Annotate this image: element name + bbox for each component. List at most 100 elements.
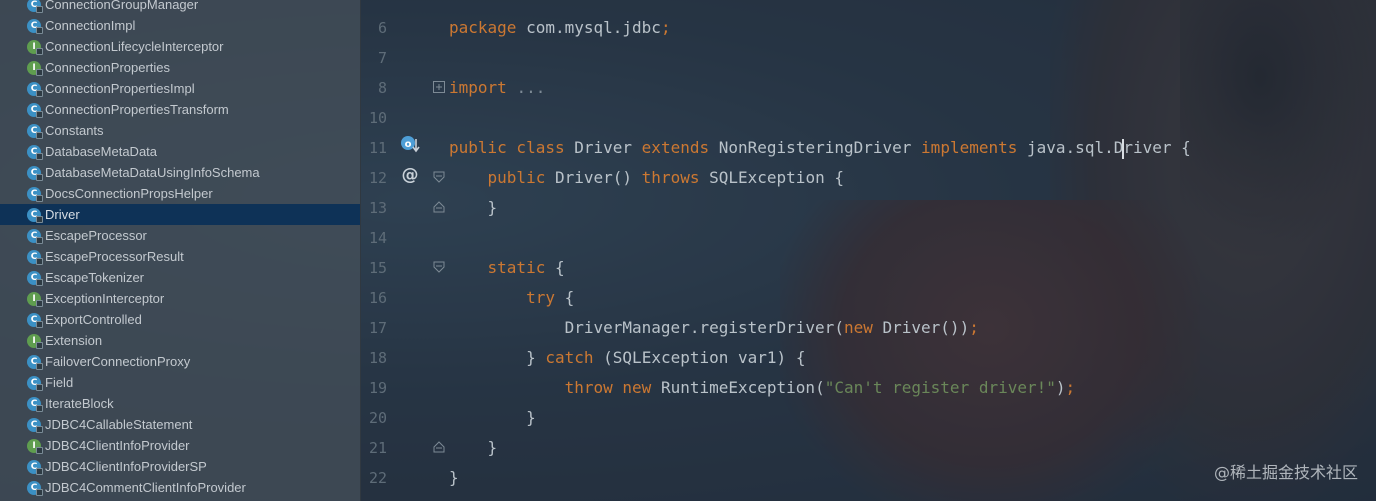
class-icon: C: [27, 480, 43, 496]
line-number: 19: [368, 379, 387, 397]
tree-item[interactable]: C IterateBlock: [0, 393, 360, 414]
tree-item-label: ConnectionPropertiesImpl: [45, 81, 195, 96]
class-icon: C: [27, 375, 43, 391]
tree-item-label: DocsConnectionPropsHelper: [45, 186, 213, 201]
line-number: 18: [368, 349, 387, 367]
class-icon: C: [27, 249, 43, 265]
tree-item-label: ConnectionImpl: [45, 18, 136, 33]
tree-item[interactable]: C DatabaseMetaData: [0, 141, 360, 162]
interface-icon: I: [27, 438, 43, 454]
class-icon: C: [27, 18, 43, 34]
tree-item-label: ExportControlled: [45, 312, 142, 327]
class-icon: C: [27, 123, 43, 139]
class-icon: C: [27, 270, 43, 286]
tree-item[interactable]: C ConnectionPropertiesTransform: [0, 99, 360, 120]
fold-collapse-icon[interactable]: [433, 261, 445, 273]
code-line[interactable]: static {: [449, 253, 565, 283]
tree-item[interactable]: C ConnectionPropertiesImpl: [0, 78, 360, 99]
line-number: 10: [368, 109, 387, 127]
tree-item[interactable]: C EscapeProcessor: [0, 225, 360, 246]
class-icon: C: [27, 417, 43, 433]
code-line[interactable]: }: [449, 463, 459, 493]
code-line[interactable]: public Driver() throws SQLException {: [449, 163, 844, 193]
tree-item[interactable]: C FailoverConnectionProxy: [0, 351, 360, 372]
tree-item[interactable]: C EscapeProcessorResult: [0, 246, 360, 267]
code-line[interactable]: }: [449, 433, 498, 463]
tree-item-label: Driver: [45, 207, 80, 222]
class-icon: C: [27, 207, 43, 223]
tree-item[interactable]: C DatabaseMetaDataUsingInfoSchema: [0, 162, 360, 183]
tree-item-label: ConnectionProperties: [45, 60, 171, 75]
project-tree-panel: C ConnectionGroupManager C ConnectionImpl I C…: [0, 0, 361, 501]
code-line[interactable]: import ...: [449, 73, 545, 103]
tree-item[interactable]: C Field: [0, 372, 360, 393]
class-icon: C: [27, 0, 43, 13]
interface-icon: I: [27, 60, 43, 76]
code-line[interactable]: }: [449, 193, 498, 223]
tree-item[interactable]: C JDBC4CallableStatement: [0, 414, 360, 435]
tree-item[interactable]: I JDBC4ClientInfoProvider: [0, 435, 360, 456]
line-number: 12: [368, 169, 387, 187]
tree-item-label: Field: [45, 375, 74, 390]
tree-item[interactable]: I ConnectionLifecycleInterceptor: [0, 36, 360, 57]
fold-expand-icon[interactable]: [433, 81, 445, 93]
class-icon: C: [27, 459, 43, 475]
tree-item[interactable]: I Extension: [0, 330, 360, 351]
line-number: 16: [368, 289, 387, 307]
tree-item[interactable]: C DocsConnectionPropsHelper: [0, 183, 360, 204]
project-tree-list: C ConnectionGroupManager C ConnectionImpl I C…: [0, 0, 360, 498]
fold-end-icon[interactable]: [433, 441, 445, 453]
svg-text:o: o: [405, 139, 412, 150]
tree-item-label: JDBC4ClientInfoProviderSP: [45, 459, 207, 474]
code-line[interactable]: try {: [449, 283, 574, 313]
class-icon: C: [27, 144, 43, 160]
tree-item[interactable]: C Driver: [0, 204, 360, 225]
tree-item-label: IterateBlock: [45, 396, 114, 411]
line-number: 22: [368, 469, 387, 487]
tree-item-label: ExceptionInterceptor: [45, 291, 165, 306]
tree-item[interactable]: I ConnectionProperties: [0, 57, 360, 78]
line-number: 14: [368, 229, 387, 247]
implements-override-icon[interactable]: o: [399, 133, 421, 155]
code-line[interactable]: package com.mysql.jdbc;: [449, 13, 671, 43]
tree-item-label: ConnectionPropertiesTransform: [45, 102, 229, 117]
tree-item-label: Extension: [45, 333, 103, 348]
line-number: 17: [368, 319, 387, 337]
tree-item[interactable]: C Constants: [0, 120, 360, 141]
tree-item-label: Constants: [45, 123, 104, 138]
line-number: 8: [377, 79, 387, 97]
fold-end-icon[interactable]: [433, 201, 445, 213]
class-icon: C: [27, 312, 43, 328]
code-line[interactable]: DriverManager.registerDriver(new Driver(…: [449, 313, 979, 343]
tree-item-label: DatabaseMetaData: [45, 144, 158, 159]
class-icon: C: [27, 228, 43, 244]
tree-item[interactable]: C ConnectionImpl: [0, 15, 360, 36]
line-number: 15: [368, 259, 387, 277]
tree-item-label: EscapeProcessorResult: [45, 249, 184, 264]
class-icon: C: [27, 354, 43, 370]
tree-item[interactable]: C EscapeTokenizer: [0, 267, 360, 288]
tree-item[interactable]: C ConnectionGroupManager: [0, 0, 360, 15]
line-number: 6: [377, 19, 387, 37]
interface-icon: I: [27, 333, 43, 349]
fold-collapse-icon[interactable]: [433, 171, 445, 183]
tree-item-label: ConnectionGroupManager: [45, 0, 199, 12]
tree-item[interactable]: I ExceptionInterceptor: [0, 288, 360, 309]
line-number: 20: [368, 409, 387, 427]
code-line[interactable]: }: [449, 403, 536, 433]
interface-icon: I: [27, 291, 43, 307]
annotation-at-icon[interactable]: @: [399, 163, 421, 185]
tree-item[interactable]: C JDBC4CommentClientInfoProvider: [0, 477, 360, 498]
line-number: 7: [377, 49, 387, 67]
class-icon: C: [27, 102, 43, 118]
code-line[interactable]: throw new RuntimeException("Can't regist…: [449, 373, 1076, 403]
tree-item-label: EscapeTokenizer: [45, 270, 144, 285]
tree-item[interactable]: C JDBC4ClientInfoProviderSP: [0, 456, 360, 477]
code-line[interactable]: } catch (SQLException var1) {: [449, 343, 805, 373]
code-editor[interactable]: o @ 6 7 8 10 11 12 13 14 15 16 17 18 19 20 21 22 packag…: [361, 0, 1376, 501]
line-number: 11: [368, 139, 387, 157]
class-icon: C: [27, 186, 43, 202]
tree-item[interactable]: C ExportControlled: [0, 309, 360, 330]
tree-item-label: ConnectionLifecycleInterceptor: [45, 39, 224, 54]
code-line[interactable]: public class Driver extends NonRegisteri…: [449, 133, 1191, 163]
